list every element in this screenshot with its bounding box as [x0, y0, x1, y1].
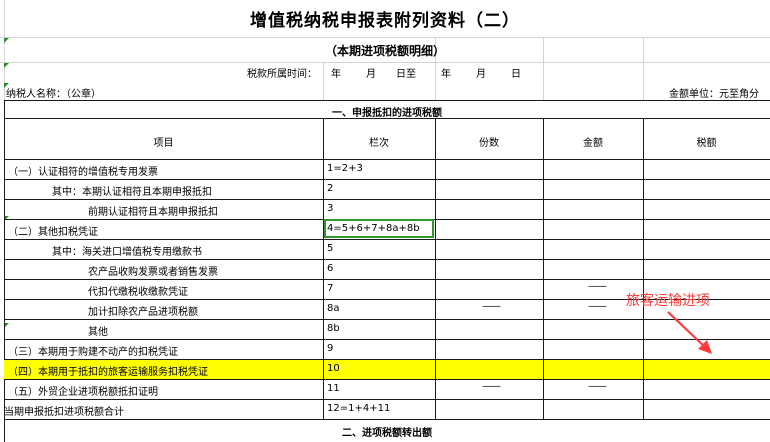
row-code: 8b — [327, 323, 340, 334]
row-code: 1=2+3 — [327, 163, 363, 174]
period-day-end: 日 — [511, 69, 521, 80]
table-row[interactable]: 其他 8b — [4, 319, 770, 339]
column-header-amount: 金额 — [583, 138, 603, 149]
column-header-tax: 税额 — [696, 138, 717, 149]
row-code: 9 — [327, 343, 334, 354]
table-row[interactable]: 前期认证相符且本期申报抵扣 3 — [4, 199, 770, 219]
row-label: （三）本期用于购建不动产的扣税凭证 — [8, 347, 178, 358]
row-label: 农产品收购发票或者销售发票 — [88, 267, 218, 278]
row-label: 其中：海关进口增值税专用缴款书 — [52, 247, 202, 258]
row-label: （四）本期用于抵扣的旅客运输服务扣税凭证 — [8, 367, 208, 378]
page-subtitle: （本期进项税额明细） — [324, 44, 445, 58]
dash-amount: —— — [588, 281, 607, 292]
row-code: 11 — [327, 383, 340, 394]
period-day-to: 日至 — [396, 69, 416, 80]
table-row[interactable]: 当期申报抵扣进项税额合计 12=1+4+11 — [4, 399, 770, 419]
row-label: 当期申报抵扣进项税额合计 — [4, 407, 124, 418]
period-month-end: 月 — [476, 69, 486, 80]
table-row[interactable]: （五）外贸企业进项税额抵扣证明 11 —— —— — [4, 379, 770, 399]
table-row-highlighted[interactable]: （四）本期用于抵扣的旅客运输服务扣税凭证 10 — [4, 359, 770, 379]
table-row[interactable]: 农产品收购发票或者销售发票 6 — [4, 259, 770, 279]
row-label: 其他 — [88, 327, 108, 338]
column-header-item: 项目 — [153, 138, 174, 149]
dash-amount: —— — [588, 381, 607, 392]
column-header-count: 份数 — [479, 138, 499, 149]
page-title: 增值税纳税申报表附列资料（二） — [250, 11, 520, 31]
row-label: 加计扣除农产品进项税额 — [88, 307, 198, 318]
selected-cell[interactable] — [324, 219, 434, 238]
row-label: 其中：本期认证相符且本期申报抵扣 — [52, 187, 212, 198]
period-year-start: 年 — [331, 69, 341, 80]
currency-unit-label: 金额单位：元至角分 — [669, 89, 759, 100]
tax-period-label: 税款所属时间： — [247, 69, 317, 80]
column-header-line: 栏次 — [369, 138, 389, 149]
dash-count: —— — [482, 301, 501, 312]
row-code: 3 — [327, 203, 334, 214]
row-code: 5 — [327, 243, 334, 254]
section-1-title: 一、申报抵扣的进项税额 — [332, 108, 442, 119]
table-row[interactable]: （一）认证相符的增值税专用发票 1=2+3 — [4, 159, 770, 179]
section-2-title: 二、进项税额转出额 — [342, 428, 432, 439]
dash-amount: —— — [588, 301, 607, 312]
row-label: （二）其他扣税凭证 — [8, 227, 98, 238]
table-row[interactable]: 其中：本期认证相符且本期申报抵扣 2 — [4, 179, 770, 199]
row-code: 7 — [327, 283, 334, 294]
row-label: （五）外贸企业进项税额抵扣证明 — [8, 387, 158, 398]
period-year-end: 年 — [441, 69, 451, 80]
row-code: 8a — [327, 303, 340, 314]
taxpayer-name-label: 纳税人名称：（公章） — [6, 89, 101, 100]
period-month-start: 月 — [366, 69, 376, 80]
table-row[interactable]: 其中：海关进口增值税专用缴款书 5 — [4, 239, 770, 259]
row-label: （一）认证相符的增值税专用发票 — [8, 167, 158, 178]
row-code: 10 — [327, 363, 340, 374]
row-code: 12=1+4+11 — [327, 403, 391, 414]
table-row[interactable]: （三）本期用于购建不动产的扣税凭证 9 — [4, 339, 770, 359]
row-label: 代扣代缴税收缴款凭证 — [88, 287, 188, 298]
row-code: 2 — [327, 183, 334, 194]
row-code: 6 — [327, 263, 334, 274]
annotation-arrow-icon — [667, 311, 712, 354]
dash-count: —— — [482, 381, 501, 392]
row-label: 前期认证相符且本期申报抵扣 — [88, 207, 218, 218]
